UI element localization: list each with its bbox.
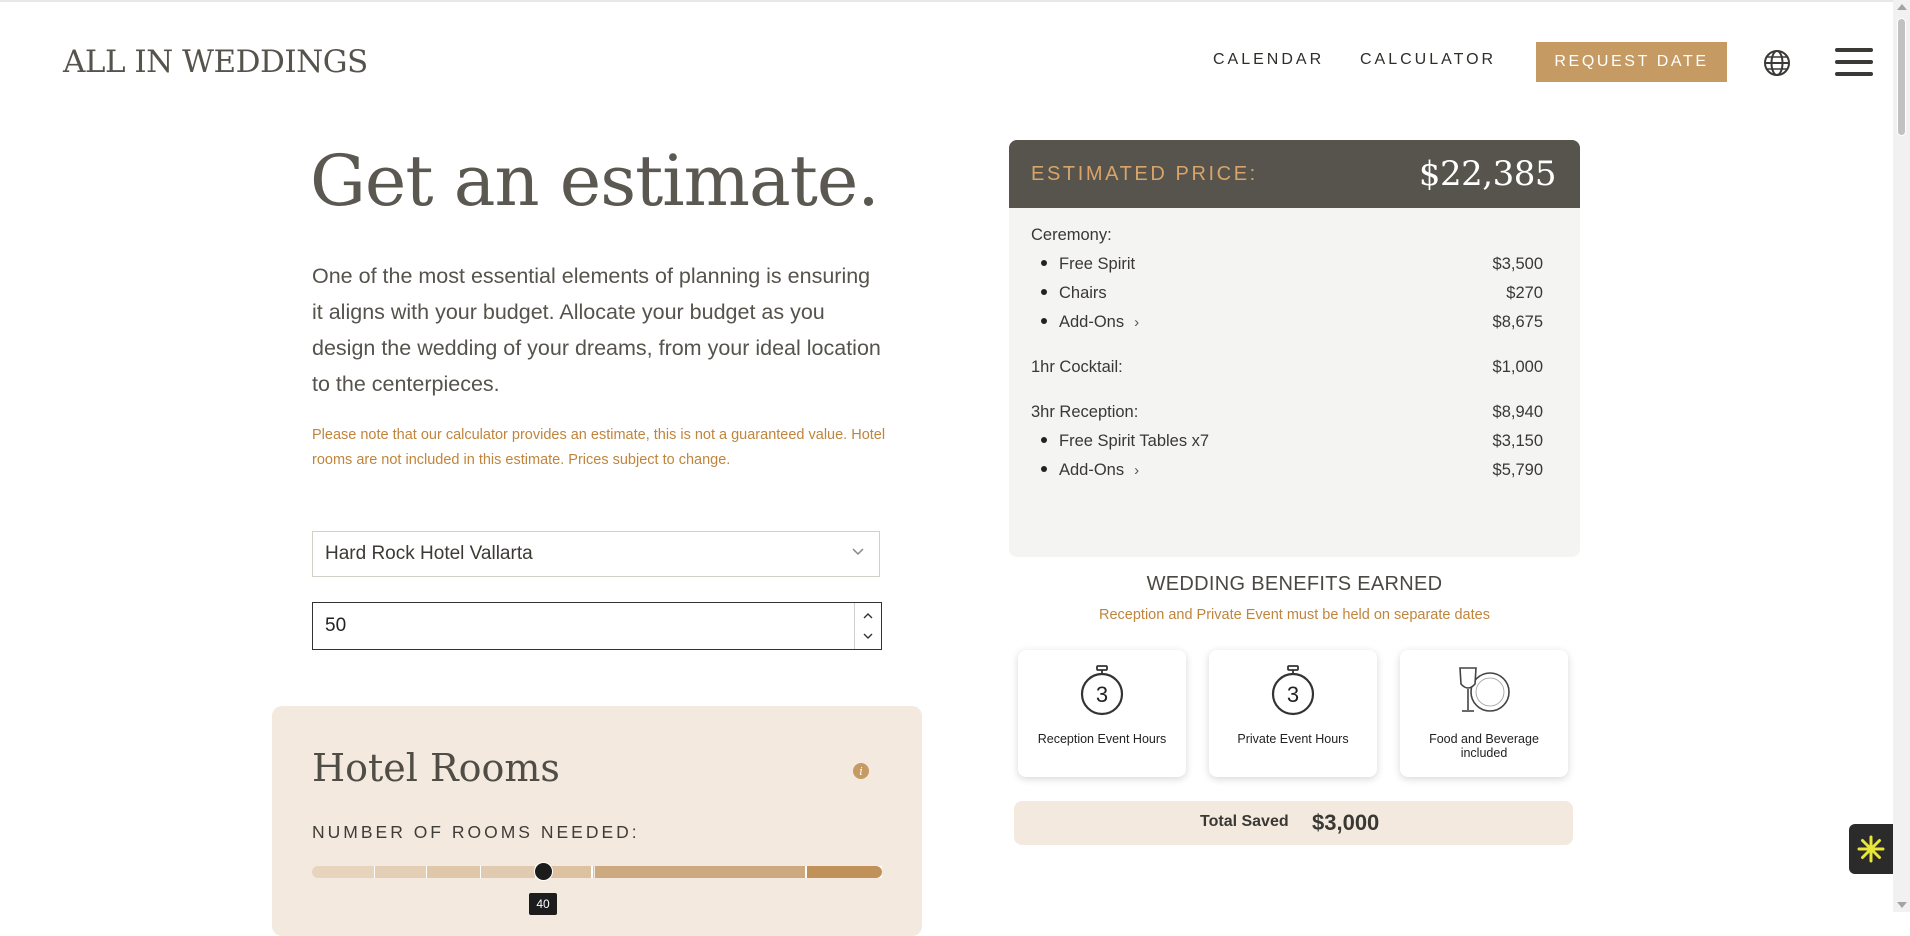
list-item: Chairs $270 bbox=[1041, 284, 1543, 303]
cocktail-row: 1hr Cocktail: $1,000 bbox=[1031, 358, 1543, 376]
guest-count-input[interactable]: 50 bbox=[312, 602, 882, 650]
stepper-up-icon[interactable] bbox=[863, 611, 873, 621]
scroll-down-arrow-icon[interactable] bbox=[1897, 902, 1907, 908]
chevron-down-icon bbox=[852, 548, 864, 556]
stopwatch-icon: 3 bbox=[1271, 665, 1315, 716]
estimated-price-label: ESTIMATED PRICE: bbox=[1031, 163, 1258, 185]
guest-count-value: 50 bbox=[325, 615, 347, 636]
list-item: Free Spirit Tables x7 $3,150 bbox=[1041, 432, 1543, 451]
chevron-right-icon[interactable]: › bbox=[1134, 314, 1139, 331]
benefits-note: Reception and Private Event must be held… bbox=[1099, 607, 1490, 623]
total-saved-bar bbox=[1014, 801, 1573, 845]
site-logo[interactable]: ALL IN WEDDINGS bbox=[63, 44, 368, 80]
estimated-price-total: $22,385 bbox=[1418, 154, 1557, 194]
venue-select[interactable]: Hard Rock Hotel Vallarta bbox=[312, 531, 880, 577]
hotel-rooms-title: Hotel Rooms bbox=[312, 746, 560, 790]
benefit-card-food-beverage: Food and Beverage included bbox=[1400, 650, 1568, 777]
intro-paragraph: One of the most essential elements of pl… bbox=[312, 264, 881, 396]
stopwatch-icon: 3 bbox=[1080, 665, 1124, 716]
ceremony-heading: Ceremony: bbox=[1031, 226, 1112, 244]
globe-icon[interactable] bbox=[1763, 49, 1791, 77]
guest-count-stepper[interactable] bbox=[854, 603, 881, 649]
benefits-title: WEDDING BENEFITS EARNED bbox=[1146, 573, 1443, 595]
rooms-slider-thumb[interactable] bbox=[534, 862, 553, 881]
total-saved-label: Total Saved bbox=[1200, 813, 1289, 830]
asterisk-icon bbox=[1857, 835, 1885, 863]
scroll-up-arrow-icon[interactable] bbox=[1897, 4, 1907, 10]
scrollbar-thumb[interactable] bbox=[1897, 18, 1906, 136]
venue-select-value: Hard Rock Hotel Vallarta bbox=[325, 543, 533, 564]
request-date-button[interactable]: REQUEST DATE bbox=[1536, 42, 1727, 82]
stepper-down-icon[interactable] bbox=[863, 631, 873, 641]
nav-calendar[interactable]: CALENDAR bbox=[1213, 51, 1324, 69]
nav-calculator[interactable]: CALCULATOR bbox=[1360, 51, 1496, 69]
info-icon[interactable]: i bbox=[853, 763, 869, 779]
disclaimer-note: Please note that our calculator provides… bbox=[312, 427, 886, 468]
rooms-needed-label: NUMBER OF ROOMS NEEDED: bbox=[312, 822, 640, 842]
hotel-rooms-card bbox=[272, 706, 922, 936]
ceremony-addons-item[interactable]: Add-Ons › $8,675 bbox=[1041, 313, 1543, 332]
reception-addons-item[interactable]: Add-Ons › $5,790 bbox=[1041, 461, 1543, 480]
accessibility-widget-button[interactable] bbox=[1849, 824, 1893, 874]
benefit-card-reception-hours: 3 Reception Event Hours bbox=[1018, 650, 1186, 777]
page-title: Get an estimate. bbox=[310, 140, 880, 222]
list-item: Free Spirit $3,500 bbox=[1041, 255, 1543, 274]
chevron-right-icon[interactable]: › bbox=[1134, 462, 1139, 479]
wine-plate-icon bbox=[1459, 667, 1510, 712]
total-saved-value: $3,000 bbox=[1312, 810, 1380, 835]
benefit-card-private-hours: 3 Private Event Hours bbox=[1209, 650, 1377, 777]
svg-text:3: 3 bbox=[1287, 682, 1299, 707]
page-scrollbar[interactable] bbox=[1893, 0, 1910, 912]
menu-icon[interactable] bbox=[1835, 48, 1873, 78]
top-border bbox=[0, 0, 1910, 2]
reception-heading: 3hr Reception: $8,940 bbox=[1031, 403, 1543, 421]
rooms-slider-track[interactable] bbox=[312, 866, 882, 878]
svg-text:3: 3 bbox=[1096, 682, 1108, 707]
